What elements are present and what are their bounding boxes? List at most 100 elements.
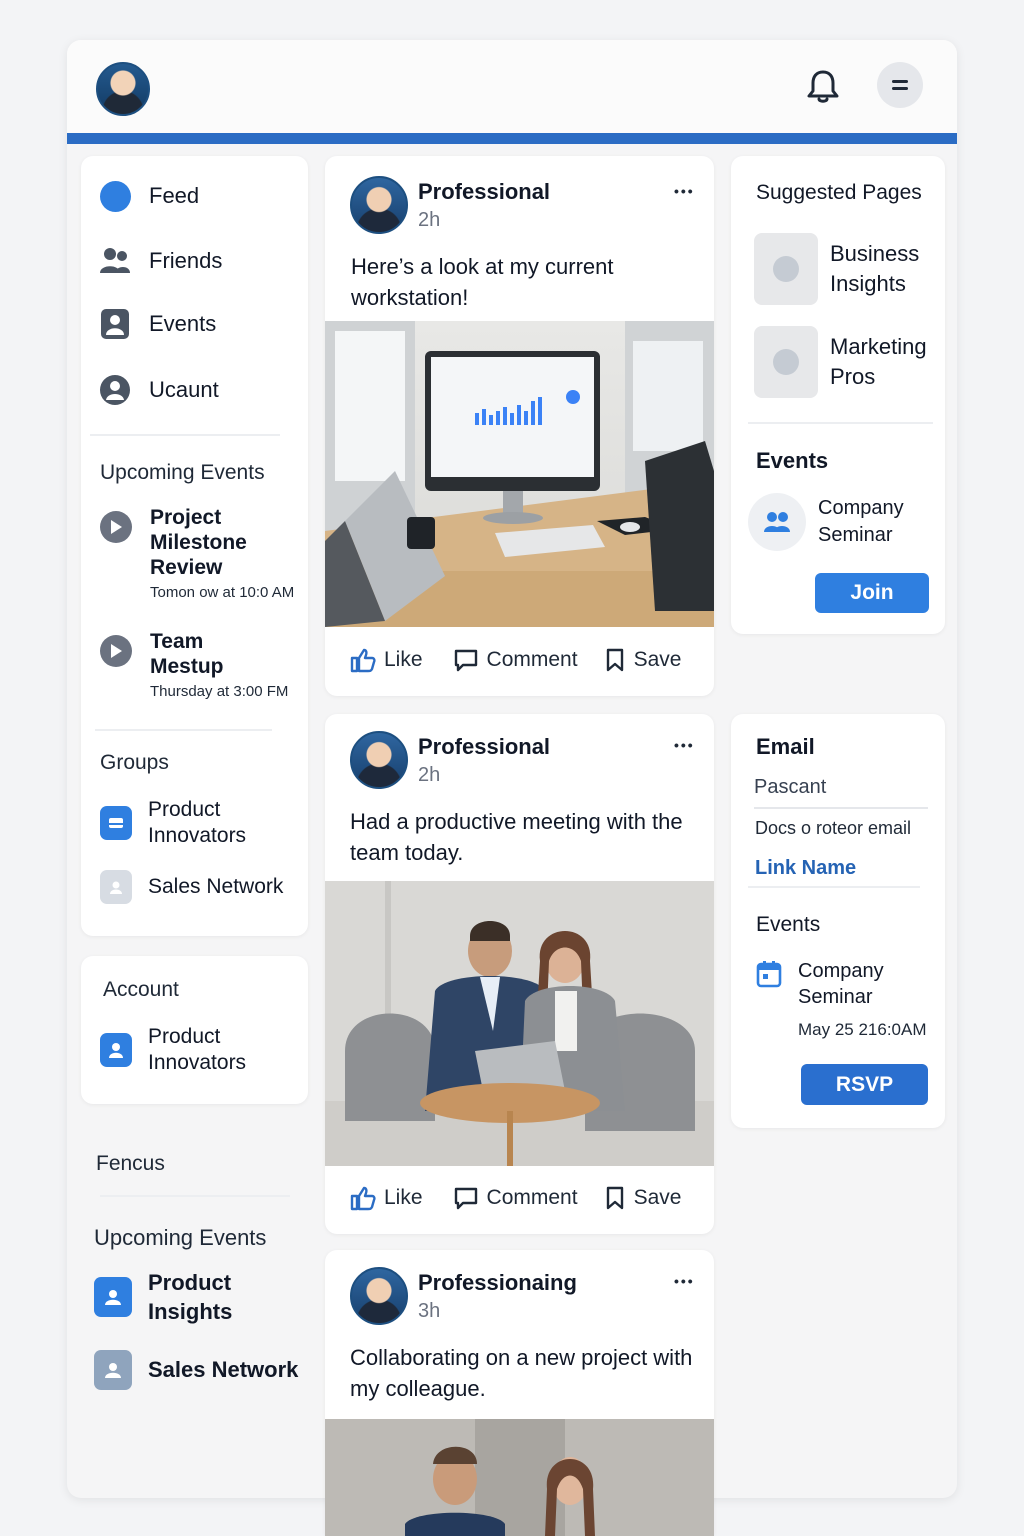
comment-button[interactable]: Comment [453,647,578,673]
author-avatar[interactable] [350,176,408,234]
group-item[interactable]: Sales Network [100,870,300,904]
page-label: Business Insights [830,241,920,296]
bell-icon[interactable] [806,68,840,106]
post-time: 3h [418,1300,441,1322]
upcoming-event-item[interactable]: Project Milestone Review Tomon ow at 10:… [100,505,305,601]
comment-label: Comment [486,648,578,671]
comment-button[interactable]: Comment [453,1185,578,1211]
user-icon [94,1350,132,1390]
page-thumbnail [754,233,818,305]
post-image-meeting[interactable] [325,881,714,1166]
post-header: Professional 2h [350,176,550,234]
post-text: Here’s a look at my current workstation! [351,254,614,310]
upcoming-events-title-2: Upcoming Events [94,1225,267,1250]
email-input[interactable]: Pascant [754,776,928,809]
event2-name: Company Seminar [798,960,884,1008]
divider [748,886,920,888]
suggested-page-item[interactable]: Marketing Pros [754,326,944,398]
menu-button[interactable] [877,62,923,108]
event-time: Thursday at 3:00 FM [150,683,289,700]
play-icon [100,635,132,667]
event-name: Company Seminar [818,497,904,546]
sidebar-item-label: Feed [149,183,200,208]
thumbs-up-icon [350,1186,376,1211]
post-image-collaboration[interactable] [325,1419,714,1536]
like-label: Like [384,648,423,671]
save-button[interactable]: Save [604,1185,682,1211]
more-options-icon[interactable]: ••• [674,1273,695,1289]
events-title-2: Events [756,913,821,936]
save-label: Save [633,1186,682,1209]
divider [748,422,933,424]
event-title: Project Milestone Review [150,506,247,579]
calendar-icon [756,961,782,988]
like-button[interactable]: Like [350,1185,423,1211]
divider [100,1195,290,1197]
account-icon [99,374,131,406]
post-actions: Like Comment Save [350,1185,700,1211]
sidebar-item-account[interactable]: Ucaunt [99,374,219,406]
event-item[interactable]: Company Seminar [748,493,938,551]
post-header: Professional 2h [350,731,550,789]
upcoming-item[interactable]: Sales Network [94,1350,309,1390]
suggested-page-item[interactable]: Business Insights [754,233,944,305]
events-icon [99,308,131,340]
post-actions: Like Comment Save [350,647,700,673]
author-name[interactable]: Professionaing [418,1270,577,1296]
calendar-event-item[interactable]: Company Seminar May 25 216:0AM [756,958,941,1040]
user-icon [94,1277,132,1317]
sidebar-item-label: Friends [149,248,223,273]
more-options-icon[interactable]: ••• [674,737,695,753]
group-icon [100,806,132,840]
group-event-icon [748,493,806,551]
more-options-icon[interactable]: ••• [674,183,695,199]
upcoming-event-item[interactable]: Team Mestup Thursday at 3:00 FM [100,629,305,700]
upcoming-item-label: Sales Network [148,1357,299,1382]
events-title: Events [756,448,829,473]
event2-date: May 25 216:0AM [798,1020,927,1039]
save-label: Save [633,648,682,671]
sidebar-item-events[interactable]: Events [99,308,216,340]
comment-icon [454,1187,477,1210]
groups-title: Groups [100,751,169,774]
group-label: Product Innovators [148,798,247,847]
feed-dot-icon [99,180,131,212]
author-avatar[interactable] [350,1267,408,1325]
upcoming-item-label: Product Insights [148,1270,233,1324]
page-thumbnail [754,326,818,398]
author-name[interactable]: Professional [418,179,550,205]
divider [95,729,272,731]
account-icon [100,1033,132,1067]
post-image-workstation[interactable] [325,321,714,627]
suggested-pages-title: Suggested Pages [756,181,922,204]
like-button[interactable]: Like [350,647,423,673]
user-avatar[interactable] [96,62,150,116]
account-item[interactable]: Product Innovators [100,1024,300,1076]
bookmark-icon [606,1186,623,1210]
event-title: Team Mestup [150,630,224,678]
save-button[interactable]: Save [604,647,682,673]
email-link[interactable]: Link Name [755,857,856,880]
play-icon [100,511,132,543]
comment-label: Comment [486,1186,578,1209]
email-input-value: Pascant [754,776,827,798]
sidebar-item-label: Events [149,311,217,336]
email-description: Docs o roteor email [755,818,912,838]
post-time: 2h [418,764,441,786]
sidebar-item-feed[interactable]: Feed [99,180,199,212]
sidebar-item-friends[interactable]: Friends [99,245,222,277]
account-item-label: Product Innovators [148,1025,247,1074]
group-item[interactable]: Product Innovators [100,797,300,849]
sidebar-item-label: Ucaunt [149,377,219,402]
thumbs-up-icon [350,648,376,673]
upcoming-item[interactable]: Product Insights [94,1268,304,1326]
group-label: Sales Network [148,875,284,898]
join-button[interactable]: Join [815,573,929,613]
author-avatar[interactable] [350,731,408,789]
group-icon [100,870,132,904]
author-name[interactable]: Professional [418,734,550,760]
bookmark-icon [606,648,623,672]
rsvp-button[interactable]: RSVP [801,1064,928,1105]
post-text: Had a productive meeting with the team t… [350,809,683,865]
post-time: 2h [418,209,441,231]
